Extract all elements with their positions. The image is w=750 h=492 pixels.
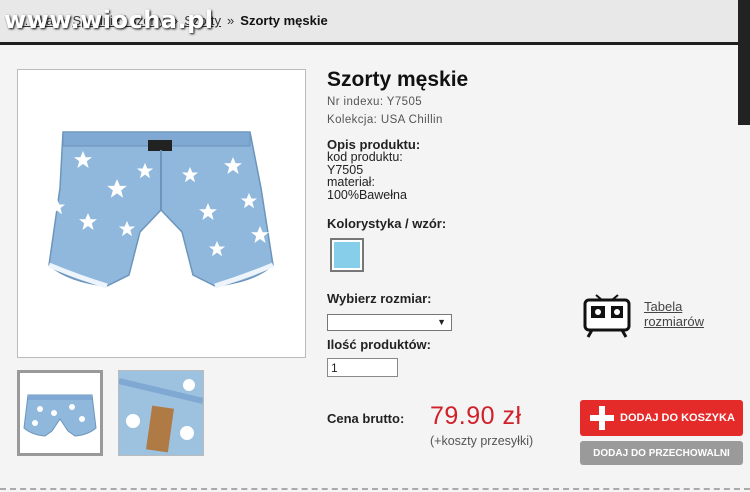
product-index: Nr indexu: Y7505: [327, 96, 423, 108]
chevron-down-icon: ▼: [437, 317, 446, 327]
size-chart-label: rozmiarów: [644, 314, 704, 329]
size-heading: Wybierz rozmiar:: [327, 291, 432, 306]
shipping-note: (+koszty przesyłki): [430, 434, 534, 448]
description-line: materiał:: [327, 175, 375, 189]
divider: [0, 488, 750, 490]
quantity-heading: Ilość produktów:: [327, 337, 431, 352]
color-heading: Kolorystyka / wzór:: [327, 216, 447, 231]
product-main-image[interactable]: [17, 69, 306, 358]
add-to-storage-button[interactable]: DODAJ DO PRZECHOWALNI: [580, 441, 743, 465]
watermark: www.wiocha.pl: [4, 6, 214, 34]
color-swatch[interactable]: [330, 238, 364, 272]
size-chart-label: Tabela: [644, 299, 683, 314]
product-collection: Kolekcja: USA Chillin: [327, 114, 443, 126]
size-chart-icon[interactable]: [582, 293, 632, 338]
product-thumbnail-front[interactable]: [17, 370, 103, 456]
product-title: Szorty męskie: [327, 68, 469, 91]
add-to-cart-label: DODAJ DO KOSZYKA: [620, 412, 735, 424]
price-label: Cena brutto:: [327, 411, 405, 426]
side-banner: [738, 0, 750, 125]
add-to-storage-label: DODAJ DO PRZECHOWALNI: [593, 448, 730, 459]
size-chart-link[interactable]: Tabela rozmiarów: [644, 299, 704, 329]
size-select[interactable]: ▼: [327, 314, 452, 331]
add-to-cart-button[interactable]: DODAJ DO KOSZYKA: [580, 400, 743, 436]
plus-icon: [589, 405, 615, 431]
breadcrumb-current: Szorty męskie: [240, 13, 328, 28]
price-value: 79.90 zł: [430, 402, 522, 430]
description-text: kod produktu: Y7505 materiał: 100%Bawełn…: [327, 151, 407, 201]
description-line: kod produktu:: [327, 150, 403, 164]
description-line: 100%Bawełna: [327, 187, 407, 202]
breadcrumb-separator: »: [227, 13, 235, 28]
color-swatch-fill: [334, 242, 360, 268]
quantity-input[interactable]: 1: [327, 358, 398, 377]
product-thumbnail-detail[interactable]: [118, 370, 204, 456]
